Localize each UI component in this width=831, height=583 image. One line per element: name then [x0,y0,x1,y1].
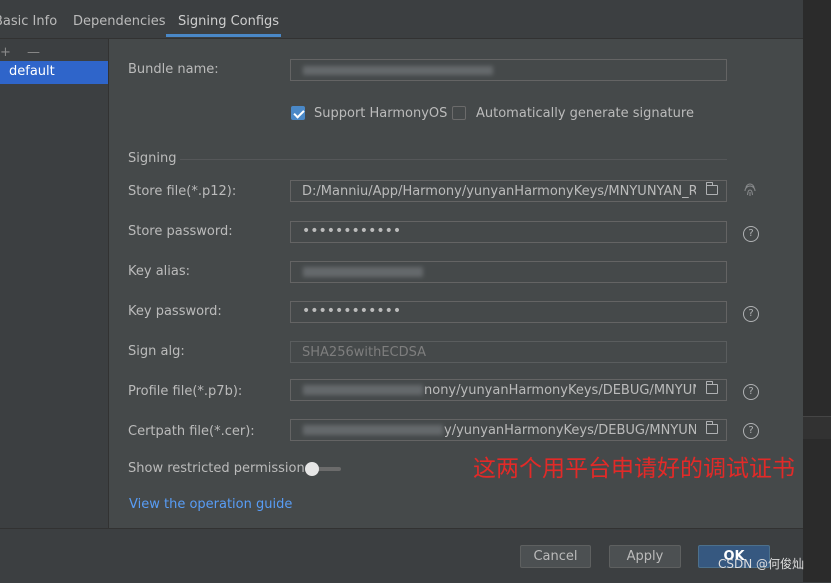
certpath-file-label: Certpath file(*.cer): [128,424,255,439]
profile-file-label: Profile file(*.p7b): [128,384,243,399]
background-window-edge [803,0,831,582]
key-password-label: Key password: [128,304,222,319]
signing-configs-panel: Bundle name: Support HarmonyOS Automatic… [109,39,803,528]
background-window-element [803,416,831,439]
tab-bar: Basic Info Dependencies Signing Configs [0,0,803,39]
folder-icon[interactable] [706,421,718,434]
profile-file-value: nony/yunyanHarmonyKeys/DEBUG/MNYUNYAN [424,383,696,398]
tab-dependencies[interactable]: Dependencies [73,14,166,29]
support-harmonyos-checkbox[interactable] [291,106,305,120]
sidebar-item-default[interactable]: default [0,61,108,84]
redacted-text [303,267,423,277]
help-icon[interactable]: ? [743,384,759,400]
store-file-label: Store file(*.p12): [128,184,237,199]
sidebar-item-label: default [9,64,55,79]
key-alias-label: Key alias: [128,264,191,279]
sign-alg-label: Sign alg: [128,344,185,359]
store-file-field[interactable]: D:/Manniu/App/Harmony/yunyanHarmonyKeys/… [290,180,727,202]
help-icon[interactable]: ? [743,226,759,242]
folder-icon[interactable] [706,381,718,394]
add-remove-tools[interactable]: + — [0,45,46,60]
folder-icon[interactable] [706,182,718,195]
certpath-file-value: y/yunyanHarmonyKeys/DEBUG/MNYUNYAN [444,423,696,438]
store-password-label: Store password: [128,224,233,239]
show-restricted-toggle[interactable] [305,462,341,476]
show-restricted-label: Show restricted permissions [128,461,312,476]
redacted-text [303,385,423,395]
key-password-field[interactable]: •••••••••••• [290,301,727,323]
tab-signing-configs[interactable]: Signing Configs [178,14,279,29]
support-harmonyos-label: Support HarmonyOS [314,106,448,121]
section-divider [180,159,727,160]
store-password-field[interactable]: •••••••••••• [290,221,727,243]
signing-section-title: Signing [128,151,177,166]
bundle-name-field[interactable] [290,59,727,81]
auto-signature-label: Automatically generate signature [476,106,694,121]
help-icon[interactable]: ? [743,306,759,322]
fingerprint-icon[interactable] [743,183,757,197]
apply-button[interactable]: Apply [609,545,681,568]
redacted-text [303,425,443,435]
sign-alg-value: SHA256withECDSA [302,345,427,360]
toggle-knob [305,462,319,476]
key-alias-field[interactable] [290,261,727,283]
help-icon[interactable]: ? [743,423,759,439]
store-password-value: •••••••••••• [302,223,402,239]
profile-file-field[interactable]: nony/yunyanHarmonyKeys/DEBUG/MNYUNYAN [290,379,727,401]
cancel-button[interactable]: Cancel [520,545,591,568]
red-annotation: 这两个用平台申请好的调试证书 [473,456,795,482]
active-tab-indicator [166,34,281,37]
certpath-file-field[interactable]: y/yunyanHarmonyKeys/DEBUG/MNYUNYAN [290,419,727,441]
auto-signature-checkbox[interactable] [452,106,466,120]
tab-basic-info[interactable]: Basic Info [0,14,57,29]
operation-guide-link[interactable]: View the operation guide [129,497,292,512]
sign-alg-field: SHA256withECDSA [290,341,727,363]
dialog-footer: Cancel Apply OK [0,528,803,583]
bundle-name-label: Bundle name: [128,62,219,77]
watermark: CSDN @何俊灿 [718,557,805,571]
store-file-value: D:/Manniu/App/Harmony/yunyanHarmonyKeys/… [302,184,696,199]
key-password-value: •••••••••••• [302,303,402,319]
config-sidebar: + — default [0,39,109,528]
redacted-text [303,66,493,75]
